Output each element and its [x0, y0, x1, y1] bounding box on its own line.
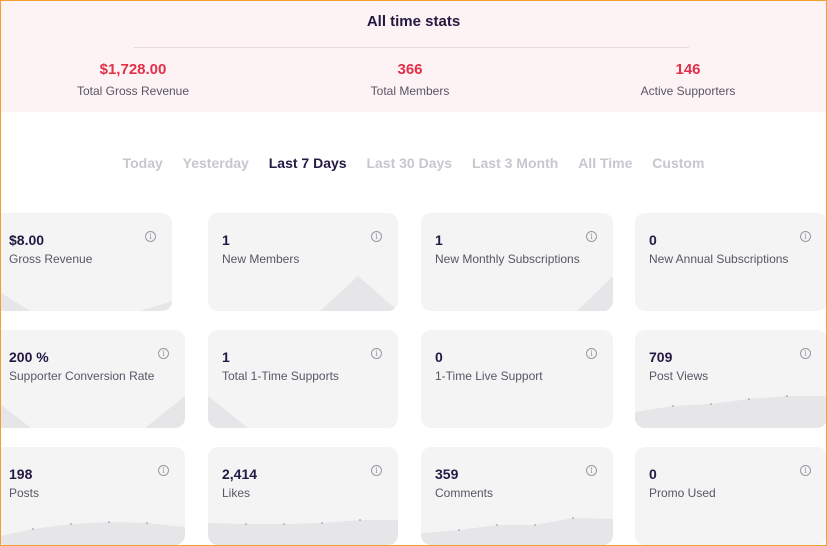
card-new-annual-subscriptions[interactable]: 0 New Annual Subscriptions i: [635, 213, 827, 311]
card-label: Posts: [9, 486, 40, 500]
stat-total-members: 366 Total Members: [310, 61, 510, 98]
info-icon[interactable]: i: [145, 231, 156, 242]
card-label: Total 1-Time Supports: [222, 369, 339, 383]
card-total-1-time-supports[interactable]: 1 Total 1-Time Supports i: [208, 330, 398, 428]
stat-label: Active Supporters: [640, 84, 736, 98]
tab-custom[interactable]: Custom: [652, 155, 704, 171]
card-value: 0: [649, 232, 657, 248]
stat-label: Total Members: [370, 84, 450, 98]
info-icon[interactable]: i: [800, 465, 811, 476]
card-new-monthly-subscriptions[interactable]: 1 New Monthly Subscriptions i: [421, 213, 613, 311]
info-icon[interactable]: i: [371, 348, 382, 359]
card-value: 1: [435, 232, 443, 248]
card-supporter-conversion-rate[interactable]: 200 % Supporter Conversion Rate i: [0, 330, 185, 428]
all-time-stats-panel: All time stats $1,728.00 Total Gross Rev…: [1, 1, 826, 112]
card-value: $8.00: [9, 232, 45, 248]
card-label: Promo Used: [649, 486, 716, 500]
tab-yesterday[interactable]: Yesterday: [183, 155, 249, 171]
info-icon[interactable]: i: [586, 348, 597, 359]
sparkline-chart: [0, 396, 185, 428]
info-icon[interactable]: i: [371, 465, 382, 476]
card-value: 709: [649, 349, 673, 365]
card-label: New Monthly Subscriptions: [435, 252, 580, 266]
tab-last-30-days[interactable]: Last 30 Days: [366, 155, 452, 171]
sparkline-chart: [208, 396, 248, 428]
card-label: New Members: [222, 252, 300, 266]
info-icon[interactable]: i: [371, 231, 382, 242]
card-label: Comments: [435, 486, 494, 500]
card-value: 1: [222, 349, 230, 365]
tab-today[interactable]: Today: [123, 155, 163, 171]
date-range-tabs: Today Yesterday Last 7 Days Last 30 Days…: [0, 155, 827, 171]
info-icon[interactable]: i: [800, 348, 811, 359]
card-value: 0: [649, 466, 657, 482]
info-icon[interactable]: i: [586, 465, 597, 476]
card-new-members[interactable]: 1 New Members i: [208, 213, 398, 311]
sparkline-chart: [320, 276, 398, 311]
sparkline-chart: [0, 521, 185, 545]
tab-last-7-days[interactable]: Last 7 Days: [269, 155, 347, 171]
sparkline-chart: [421, 517, 613, 545]
card-label: Gross Revenue: [9, 252, 93, 266]
card-comments[interactable]: 359 Comments i: [421, 447, 613, 545]
stat-total-gross-revenue: $1,728.00 Total Gross Revenue: [33, 61, 233, 98]
tab-all-time[interactable]: All Time: [578, 155, 632, 171]
card-label: 1-Time Live Support: [435, 369, 543, 383]
info-icon[interactable]: i: [158, 465, 169, 476]
stat-value: 366: [397, 61, 423, 78]
sparkline-chart: [0, 292, 172, 311]
sparkline-chart: [577, 276, 613, 311]
stat-value: 146: [675, 61, 701, 78]
stat-label: Total Gross Revenue: [76, 84, 190, 98]
stat-active-supporters: 146 Active Supporters: [588, 61, 788, 98]
card-posts[interactable]: 198 Posts i: [0, 447, 185, 545]
info-icon[interactable]: i: [158, 348, 169, 359]
card-value: 198: [9, 466, 33, 482]
card-value: 200 %: [9, 349, 49, 365]
info-icon[interactable]: i: [800, 231, 811, 242]
info-icon[interactable]: i: [586, 231, 597, 242]
sparkline-chart: [635, 395, 827, 428]
card-label: Likes: [222, 486, 251, 500]
card-promo-used[interactable]: 0 Promo Used i: [635, 447, 827, 545]
card-value: 1: [222, 232, 230, 248]
card-value: 359: [435, 466, 459, 482]
card-value: 0: [435, 349, 443, 365]
divider: [134, 47, 689, 48]
card-1-time-live-support[interactable]: 0 1-Time Live Support i: [421, 330, 613, 428]
card-label: New Annual Subscriptions: [649, 252, 789, 266]
card-value: 2,414: [222, 466, 258, 482]
stat-value: $1,728.00: [99, 61, 167, 78]
card-gross-revenue[interactable]: $8.00 Gross Revenue i: [0, 213, 172, 311]
card-label: Supporter Conversion Rate: [9, 369, 155, 383]
all-time-stats-title: All time stats: [366, 13, 461, 30]
card-label: Post Views: [649, 369, 709, 383]
sparkline-chart: [208, 519, 398, 545]
card-likes[interactable]: 2,414 Likes i: [208, 447, 398, 545]
tab-last-3-month[interactable]: Last 3 Month: [472, 155, 558, 171]
card-post-views[interactable]: 709 Post Views i: [635, 330, 827, 428]
